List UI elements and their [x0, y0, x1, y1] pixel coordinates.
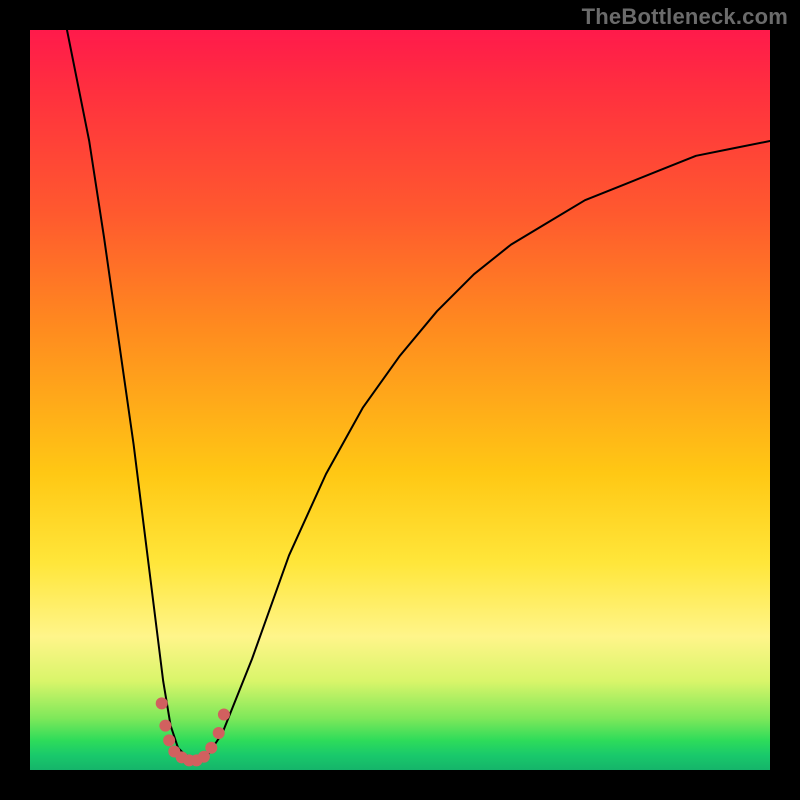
- bottleneck-curve: [67, 30, 770, 759]
- chart-frame: TheBottleneck.com: [0, 0, 800, 800]
- curve-layer: [30, 30, 770, 770]
- plot-area: [30, 30, 770, 770]
- watermark-label: TheBottleneck.com: [582, 4, 788, 30]
